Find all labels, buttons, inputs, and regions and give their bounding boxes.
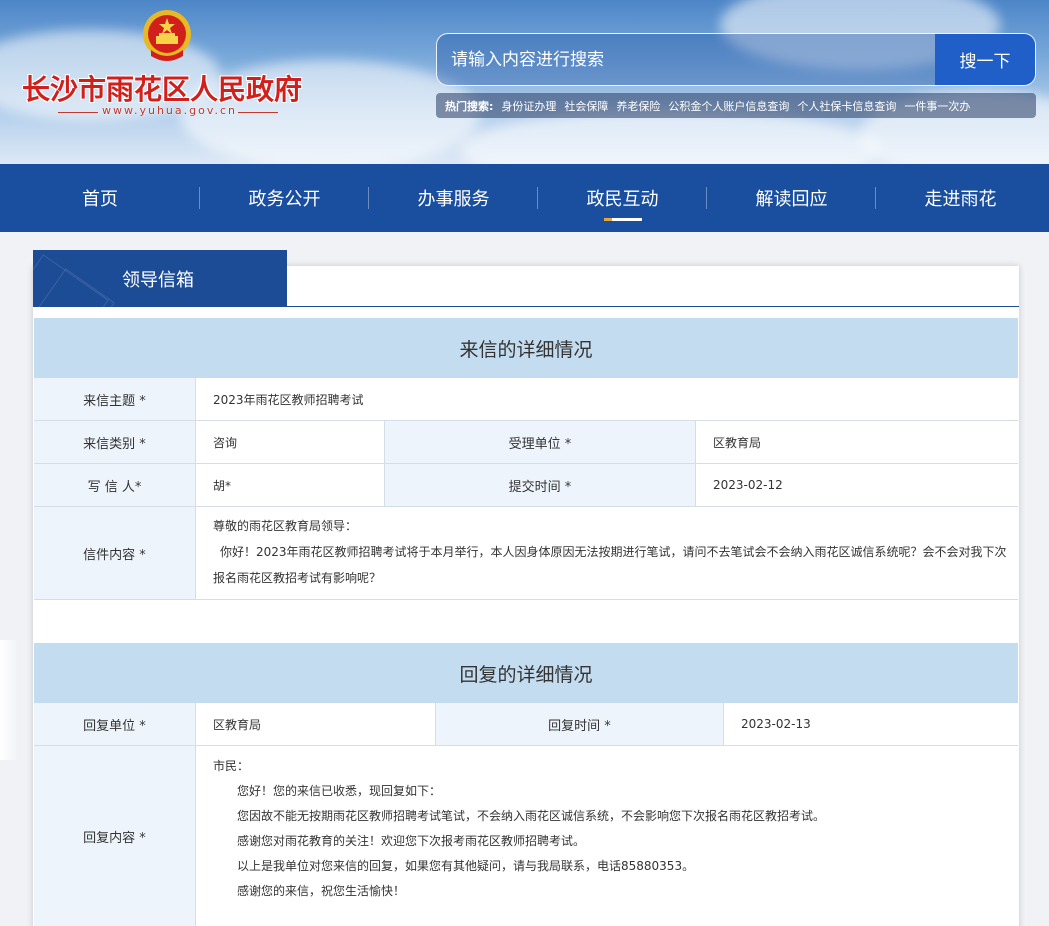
table-row: 信件内容 * 尊敬的雨花区教育局领导： 你好！2023年雨花区教师招聘考试将于本… (34, 507, 1018, 600)
reply-section-title: 回复的详细情况 (34, 643, 1018, 703)
nav-item-about[interactable]: 走进雨花 (876, 164, 1045, 232)
letter-content-line: 报名雨花区教招考试有影响呢？ (213, 571, 382, 585)
content-label: 信件内容 * (34, 507, 196, 599)
hot-search-link[interactable]: 社会保障 (564, 98, 608, 114)
nav-item-interaction[interactable]: 政民互动 (538, 164, 707, 232)
unit-value: 区教育局 (696, 421, 1018, 463)
subject-label: 来信主题 * (34, 378, 196, 420)
background-decoration (0, 640, 20, 760)
search-button[interactable]: 搜一下 (935, 34, 1035, 85)
reply-time-label: 回复时间 * (436, 703, 724, 745)
unit-label: 受理单位 * (385, 421, 696, 463)
writer-value: 胡* (196, 464, 385, 506)
nav-item-interpretation[interactable]: 解读回应 (707, 164, 876, 232)
reply-content-line: 您好！您的来信已收悉，现回复如下： (237, 784, 442, 798)
nav-item-label: 政民互动 (586, 189, 659, 210)
table-row: 来信类别 * 咨询 受理单位 * 区教育局 (34, 421, 1018, 464)
reply-content-line: 市民： (213, 759, 250, 773)
letter-content-line: 尊敬的雨花区教育局领导： (213, 519, 358, 533)
table-row: 回复内容 * 市民： 您好！您的来信已收悉，现回复如下： 您因故不能无按期雨花区… (34, 746, 1018, 926)
site-title: 长沙市雨花区人民政府 (22, 73, 303, 106)
reply-content-line: 感谢您对雨花教育的关注！欢迎您下次报考雨花区教师招聘考试。 (237, 834, 586, 848)
category-value: 咨询 (196, 421, 385, 463)
search-box: 搜一下 (436, 33, 1036, 86)
reply-content-line: 以上是我单位对您来信的回复，如果您有其他疑问，请与我局联系，电话85880353… (237, 859, 695, 873)
reply-content-line: 感谢您的来信，祝您生活愉快！ (237, 884, 406, 898)
reply-time-value: 2023-02-13 (724, 703, 1018, 745)
table-row: 回复单位 * 区教育局 回复时间 * 2023-02-13 (34, 703, 1018, 746)
url-divider (238, 112, 278, 113)
hot-search-bar: 热门搜索: 身份证办理 社会保障 养老保险 公积金个人账户信息查询 个人社保卡信… (436, 93, 1036, 118)
search-input[interactable] (437, 34, 937, 85)
hot-search-link[interactable]: 一件事一次办 (904, 98, 970, 114)
hot-search-link[interactable]: 身份证办理 (501, 98, 556, 114)
tab-title: 领导信箱 (122, 269, 194, 291)
url-divider (58, 112, 98, 113)
reply-content-label: 回复内容 * (34, 746, 196, 926)
submit-time-label: 提交时间 * (385, 464, 696, 506)
reply-unit-label: 回复单位 * (34, 703, 196, 745)
hot-search-link[interactable]: 养老保险 (616, 98, 660, 114)
nav-item-home[interactable]: 首页 (0, 164, 200, 232)
site-header: 长沙市雨花区人民政府 www.yuhua.gov.cn 搜一下 热门搜索: 身份… (0, 0, 1049, 164)
nav-item-gov-affairs[interactable]: 政务公开 (200, 164, 369, 232)
main-nav: 首页 政务公开 办事服务 政民互动 解读回应 走进雨花 (0, 164, 1049, 232)
submit-time-value: 2023-02-12 (696, 464, 1018, 506)
hot-search-link[interactable]: 公积金个人账户信息查询 (668, 98, 789, 114)
letter-content-line: 你好！2023年雨花区教师招聘考试将于本月举行，本人因身体原因无法按期进行笔试，… (220, 545, 1007, 559)
tab-underline (287, 306, 1019, 307)
nav-item-services[interactable]: 办事服务 (369, 164, 538, 232)
table-row: 来信主题 * 2023年雨花区教师招聘考试 (34, 378, 1018, 421)
active-nav-indicator (603, 218, 642, 221)
category-label: 来信类别 * (34, 421, 196, 463)
subject-value: 2023年雨花区教师招聘考试 (196, 378, 1018, 420)
table-row: 写 信 人* 胡* 提交时间 * 2023-02-12 (34, 464, 1018, 507)
tab-leader-mailbox[interactable]: 领导信箱 (33, 250, 287, 307)
hot-search-link[interactable]: 个人社保卡信息查询 (797, 98, 896, 114)
hot-search-label: 热门搜索: (445, 99, 494, 113)
cloud-decoration (460, 110, 880, 164)
reply-content-line: 您因故不能无按期雨花区教师招聘考试笔试，不会纳入雨花区诚信系统，不会影响您下次报… (237, 809, 826, 823)
national-emblem-icon (143, 10, 191, 61)
site-url: www.yuhua.gov.cn (102, 104, 238, 117)
writer-label: 写 信 人* (34, 464, 196, 506)
letter-section-title: 来信的详细情况 (34, 318, 1018, 378)
letter-content: 尊敬的雨花区教育局领导： 你好！2023年雨花区教师招聘考试将于本月举行，本人因… (196, 507, 1018, 599)
reply-content: 市民： 您好！您的来信已收悉，现回复如下： 您因故不能无按期雨花区教师招聘考试笔… (196, 746, 1018, 926)
reply-unit-value: 区教育局 (196, 703, 436, 745)
